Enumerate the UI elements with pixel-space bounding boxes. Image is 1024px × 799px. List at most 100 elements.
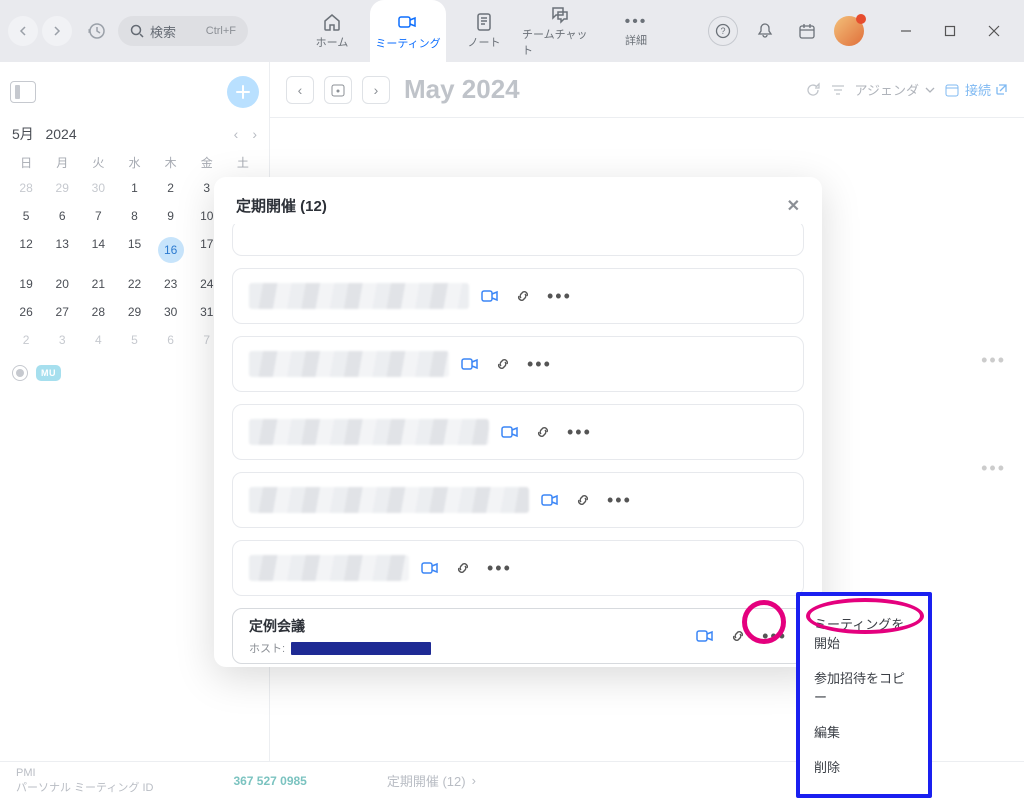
- avatar[interactable]: [834, 16, 864, 46]
- nav-forward-button[interactable]: [42, 16, 72, 46]
- date-cell[interactable]: 5: [8, 209, 44, 223]
- meeting-item[interactable]: •••: [232, 336, 804, 392]
- cal-next-button[interactable]: ›: [362, 76, 390, 104]
- ctx-edit[interactable]: 編集: [800, 714, 928, 749]
- tab-note[interactable]: ノート: [446, 0, 522, 62]
- ctx-copy-invite[interactable]: 参加招待をコピー: [800, 660, 928, 714]
- bell-button[interactable]: [750, 16, 780, 46]
- popover-close-button[interactable]: ✕: [787, 196, 800, 216]
- date-cell[interactable]: 12: [8, 237, 44, 263]
- start-video-icon[interactable]: [696, 627, 714, 645]
- date-cell[interactable]: 29: [116, 305, 152, 319]
- date-cell[interactable]: 9: [153, 209, 189, 223]
- start-video-icon[interactable]: [501, 423, 519, 441]
- date-cell[interactable]: 4: [80, 333, 116, 347]
- date-cell[interactable]: 28: [80, 305, 116, 319]
- item-more-button[interactable]: •••: [607, 491, 632, 509]
- date-cell[interactable]: 6: [153, 333, 189, 347]
- home-icon: [322, 12, 342, 32]
- item-more-button-active[interactable]: •••: [762, 627, 787, 645]
- date-cell[interactable]: 22: [116, 277, 152, 291]
- calendar-button[interactable]: [792, 16, 822, 46]
- start-video-icon[interactable]: [541, 491, 559, 509]
- bg-row-more-2[interactable]: •••: [981, 458, 1006, 479]
- bg-row-more-1[interactable]: •••: [981, 350, 1006, 371]
- copy-link-icon[interactable]: [575, 492, 591, 508]
- pmi-value[interactable]: 367 527 0985: [233, 774, 306, 788]
- maximize-button[interactable]: [928, 16, 972, 46]
- connect-button[interactable]: 接続: [945, 80, 1008, 99]
- date-cell[interactable]: 29: [44, 181, 80, 195]
- nav-back-button[interactable]: [8, 16, 38, 46]
- date-cell[interactable]: 5: [116, 333, 152, 347]
- pmi-sublabel: パーソナル ミーティング ID: [16, 781, 153, 795]
- filter-button[interactable]: [831, 83, 845, 97]
- agenda-view-button[interactable]: アジェンダ: [855, 80, 935, 99]
- copy-link-icon[interactable]: [455, 560, 471, 576]
- date-cell[interactable]: 2: [8, 333, 44, 347]
- start-video-icon[interactable]: [461, 355, 479, 373]
- tab-home[interactable]: ホーム: [294, 0, 370, 62]
- date-cell[interactable]: 15: [116, 237, 152, 263]
- date-cell[interactable]: 30: [153, 305, 189, 319]
- recurring-count-button[interactable]: 定期開催 (12) ›: [387, 771, 476, 790]
- date-cell[interactable]: 27: [44, 305, 80, 319]
- date-cell[interactable]: 2: [153, 181, 189, 195]
- item-more-button[interactable]: •••: [487, 559, 512, 577]
- video-icon: [397, 11, 419, 33]
- tab-more[interactable]: ••• 詳細: [598, 0, 674, 62]
- date-cell[interactable]: 26: [8, 305, 44, 319]
- item-more-button[interactable]: •••: [567, 423, 592, 441]
- mini-cal-weekdays: 日月火水木金土: [8, 154, 261, 171]
- copy-link-icon[interactable]: [730, 628, 746, 644]
- cal-prev-button[interactable]: ‹: [286, 76, 314, 104]
- copy-link-icon[interactable]: [515, 288, 531, 304]
- help-button[interactable]: ?: [708, 16, 738, 46]
- meeting-item[interactable]: •••: [232, 472, 804, 528]
- meeting-item[interactable]: •••: [232, 268, 804, 324]
- date-cell[interactable]: 3: [44, 333, 80, 347]
- date-cell[interactable]: 7: [80, 209, 116, 223]
- date-cell[interactable]: 6: [44, 209, 80, 223]
- date-cell[interactable]: 28: [8, 181, 44, 195]
- date-cell[interactable]: 13: [44, 237, 80, 263]
- meeting-item[interactable]: •••: [232, 540, 804, 596]
- date-cell[interactable]: 14: [80, 237, 116, 263]
- copy-link-icon[interactable]: [495, 356, 511, 372]
- tab-teamchat[interactable]: チームチャット: [522, 0, 598, 62]
- date-cell[interactable]: 19: [8, 277, 44, 291]
- add-meeting-button[interactable]: [227, 76, 259, 108]
- date-cell[interactable]: 21: [80, 277, 116, 291]
- item-more-button[interactable]: •••: [527, 355, 552, 373]
- date-cell[interactable]: 1: [116, 181, 152, 195]
- item-more-button[interactable]: •••: [547, 287, 572, 305]
- meeting-item[interactable]: •••: [232, 404, 804, 460]
- date-cell[interactable]: 20: [44, 277, 80, 291]
- history-button[interactable]: [82, 16, 112, 46]
- calendar-connect-icon: [945, 82, 961, 98]
- weekday-cell: 月: [44, 154, 80, 171]
- tab-meeting[interactable]: ミーティング: [370, 0, 446, 62]
- date-cell[interactable]: 8: [116, 209, 152, 223]
- cal-today-button[interactable]: [324, 76, 352, 104]
- date-cell[interactable]: 30: [80, 181, 116, 195]
- date-cell[interactable]: 23: [153, 277, 189, 291]
- close-button[interactable]: [972, 16, 1016, 46]
- meeting-item-selected[interactable]: 定例会議 ホスト: •••: [232, 608, 804, 664]
- search-input[interactable]: 検索 Ctrl+F: [118, 16, 248, 46]
- mini-cal-next[interactable]: ›: [252, 126, 257, 142]
- titlebar: 検索 Ctrl+F ホーム ミーティング ノート チームチャット: [0, 0, 1024, 62]
- minimize-button[interactable]: [884, 16, 928, 46]
- start-video-icon[interactable]: [481, 287, 499, 305]
- date-cell[interactable]: 16: [153, 237, 189, 263]
- ctx-start-meeting[interactable]: ミーティングを開始: [800, 606, 928, 660]
- ctx-delete[interactable]: 削除: [800, 749, 928, 784]
- mini-cal-prev[interactable]: ‹: [234, 126, 239, 142]
- panel-toggle-button[interactable]: [10, 81, 36, 103]
- copy-link-icon[interactable]: [535, 424, 551, 440]
- refresh-button[interactable]: [805, 82, 821, 98]
- weekday-cell: 木: [153, 154, 189, 171]
- radio-icon: [12, 365, 28, 381]
- start-video-icon[interactable]: [421, 559, 439, 577]
- meeting-item[interactable]: [232, 224, 804, 256]
